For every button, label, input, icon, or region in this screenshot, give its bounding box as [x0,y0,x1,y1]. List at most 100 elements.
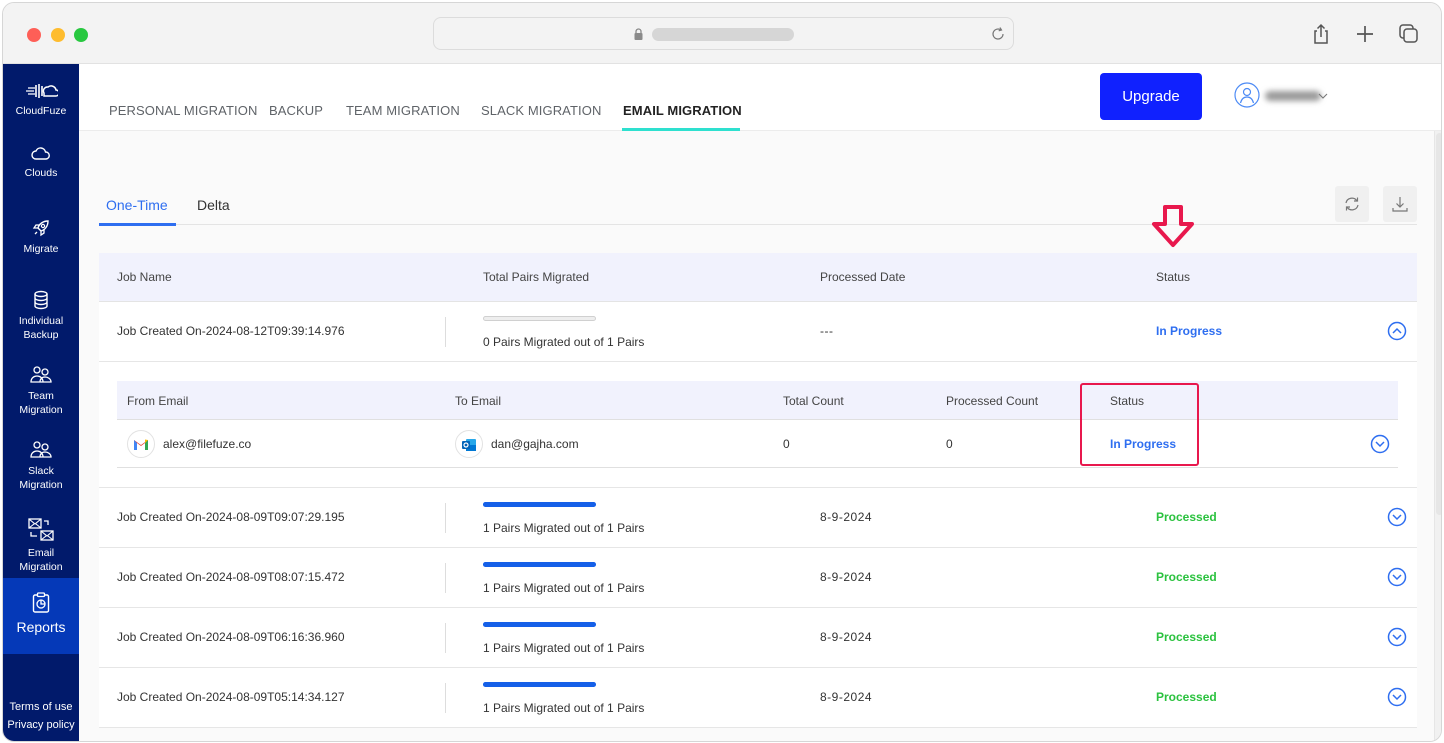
detail-table-header: From Email To Email Total Count Processe… [117,381,1398,420]
tabs-overview-icon[interactable] [1397,22,1421,46]
subtab-delta[interactable]: Delta [197,197,230,213]
header-processed-count: Processed Count [946,394,1039,408]
chevron-down-circle-icon[interactable] [1387,687,1407,707]
main-content: One-Time Delta Job Name Total Pairs Migr… [79,131,1434,741]
user-avatar-icon[interactable] [1234,82,1260,108]
table-row[interactable]: Job Created On-2024-08-09T06:16:36.960 1… [99,608,1417,668]
rocket-icon [32,220,49,237]
reload-icon[interactable] [989,25,1007,43]
chevron-down-icon[interactable] [1317,90,1329,102]
sidebar-item-label: Clouds [24,167,58,179]
database-icon [34,290,48,310]
chevron-down-circle-icon[interactable] [1387,627,1407,647]
table-row[interactable]: Job Created On-2024-08-09T05:14:34.127 1… [99,668,1417,728]
job-detail-panel: From Email To Email Total Count Processe… [99,362,1417,488]
processed-date: 8-9-2024 [820,630,873,644]
pairs-migrated-text: 1 Pairs Migrated out of 1 Pairs [483,701,645,715]
scrollbar-thumb[interactable] [1436,133,1441,515]
upgrade-button[interactable]: Upgrade [1100,73,1202,120]
sidebar-item-label: Slack [28,465,54,477]
status-badge: Processed [1156,630,1217,644]
sidebar-brand[interactable]: CloudFuze [3,82,79,118]
status-badge: Processed [1156,690,1217,704]
new-tab-icon[interactable] [1353,22,1377,46]
users-icon [30,441,52,458]
url-text-redacted [652,28,794,41]
header-to-email: To Email [455,394,502,408]
sidebar-footer: Terms of use Privacy policy [3,698,79,734]
sidebar-item-individual-backup[interactable]: Individual Backup [3,290,79,342]
sidebar-item-label: Reports [16,619,66,635]
sidebar-item-label: Individual [18,315,64,327]
refresh-button[interactable] [1335,186,1369,222]
privacy-policy-link[interactable]: Privacy policy [3,716,79,734]
sidebar-item-label: Migration [19,404,63,416]
header-total-count: Total Count [783,394,844,408]
zoom-window-button[interactable] [74,28,88,42]
sidebar-item-clouds[interactable]: Clouds [3,146,79,180]
chevron-down-circle-icon[interactable] [1387,507,1407,527]
user-name-redacted[interactable] [1265,91,1321,101]
sidebar-item-label: Migrate [23,243,59,255]
status-badge: In Progress [1156,324,1223,338]
column-divider [445,683,446,713]
tab-backup[interactable]: BACKUP [269,103,323,118]
sidebar-item-label: Migration [19,561,63,573]
pairs-migrated-text: 1 Pairs Migrated out of 1 Pairs [483,521,645,535]
tab-personal-migration[interactable]: PERSONAL MIGRATION [109,103,257,118]
table-row[interactable]: Job Created On-2024-08-12T09:39:14.976 0… [99,302,1417,362]
terms-of-use-link[interactable]: Terms of use [3,698,79,716]
processed-date: 8-9-2024 [820,570,873,584]
sidebar-item-reports[interactable]: Reports [3,578,79,654]
sidebar-item-team-migration[interactable]: Team Migration [3,365,79,417]
share-icon[interactable] [1309,22,1333,46]
job-name: Job Created On-2024-08-12T09:39:14.976 [117,324,345,338]
sidebar-item-slack-migration[interactable]: Slack Migration [3,440,79,492]
tab-email-migration[interactable]: EMAIL MIGRATION [623,103,742,118]
job-name: Job Created On-2024-08-09T08:07:15.472 [117,570,345,584]
sidebar-item-migrate[interactable]: Migrate [3,218,79,256]
sidebar: CloudFuze Clouds Migrate Individual Back… [3,64,79,741]
header-status: Status [1156,270,1191,284]
users-icon [30,366,52,383]
cloudfuze-logo-icon [26,84,58,98]
column-divider [445,317,446,347]
tab-slack-migration[interactable]: SLACK MIGRATION [481,103,601,118]
chevron-down-circle-icon[interactable] [1387,567,1407,587]
vertical-scrollbar[interactable] [1434,131,1441,741]
progress-bar [483,562,596,567]
active-subtab-indicator [99,223,176,226]
tab-team-migration[interactable]: TEAM MIGRATION [346,103,460,118]
subtab-divider [99,224,1417,225]
processed-date: --- [820,324,834,338]
download-button[interactable] [1383,186,1417,222]
progress-fill [483,682,596,687]
job-name: Job Created On-2024-08-09T09:07:29.195 [117,510,345,524]
download-icon [1392,197,1408,212]
detail-row[interactable]: alex@filefuze.co dan@gajha.com 0 0 In Pr… [117,420,1398,468]
table-row[interactable]: Job Created On-2024-08-09T09:07:29.195 1… [99,488,1417,548]
sidebar-item-email-migration[interactable]: Email Migration [3,518,79,574]
browser-toolbar [3,3,1441,64]
chevron-down-circle-icon[interactable] [1370,434,1390,454]
clipboard-chart-icon [32,592,50,613]
minimize-window-button[interactable] [51,28,65,42]
lock-icon [634,28,643,40]
annotation-arrow-down-icon [1152,205,1194,247]
close-window-button[interactable] [27,28,41,42]
subtab-one-time[interactable]: One-Time [106,197,168,213]
column-divider [445,623,446,653]
chevron-up-circle-icon[interactable] [1387,321,1407,341]
processed-date: 8-9-2024 [820,510,873,524]
table-row[interactable]: Job Created On-2024-08-09T08:07:15.472 1… [99,548,1417,608]
sidebar-item-label: Backup [23,329,59,341]
gmail-icon [127,430,155,458]
progress-fill [483,562,596,567]
address-bar[interactable] [433,17,1014,50]
header-job-name: Job Name [117,270,172,284]
progress-fill [483,502,596,507]
total-count: 0 [783,437,790,451]
status-badge: Processed [1156,510,1217,524]
sidebar-item-label: Email [27,547,55,559]
progress-bar [483,502,596,507]
